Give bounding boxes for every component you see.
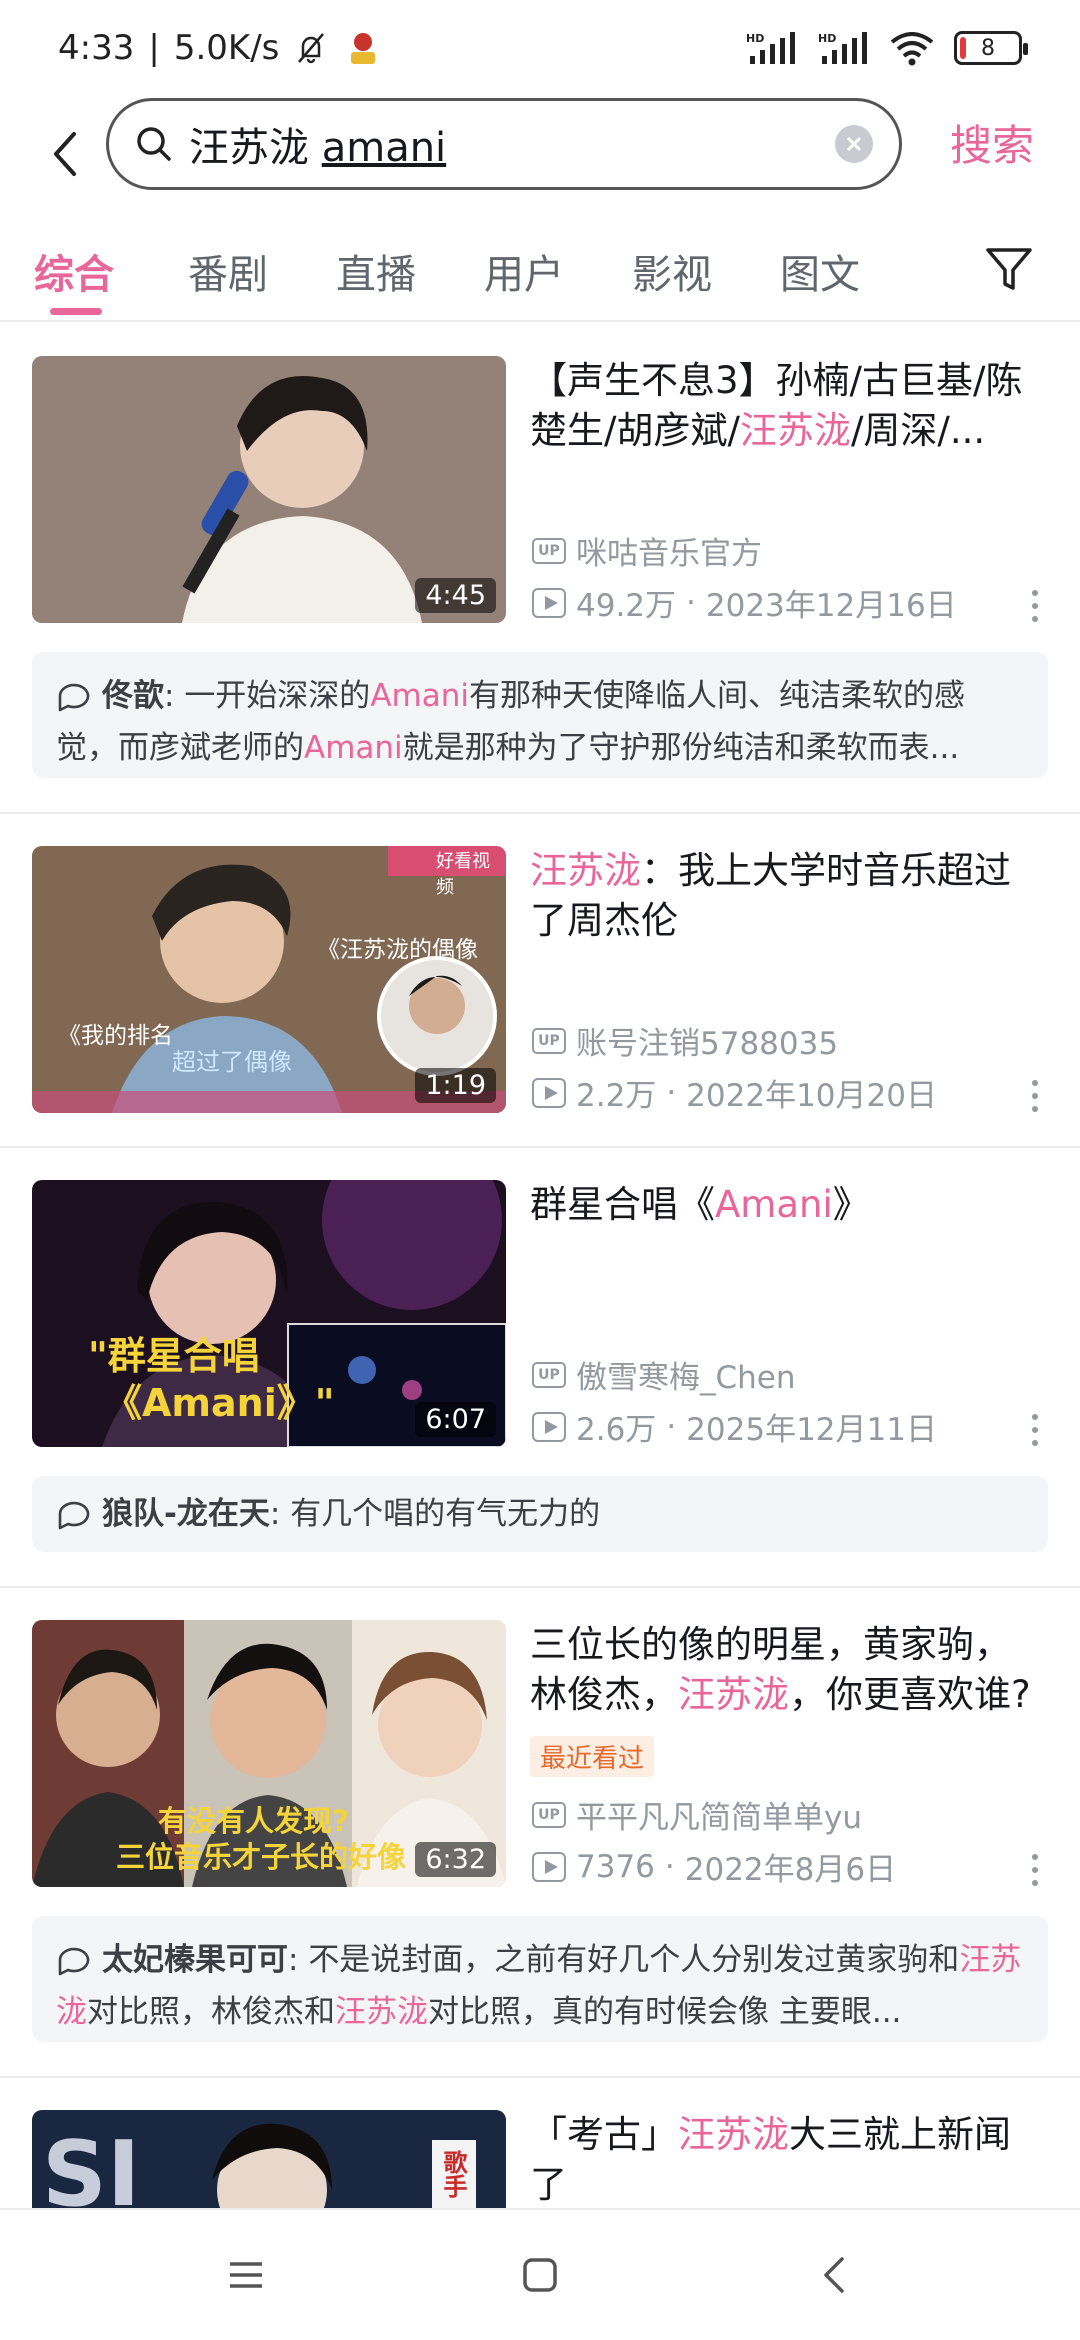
view-count: 49.2万 [576, 588, 677, 624]
divider [0, 1146, 1080, 1148]
battery-icon: 8 [954, 31, 1028, 65]
back-button[interactable] [40, 118, 90, 190]
overlay-caption: 歌手 [439, 2150, 467, 2198]
uploader-line[interactable]: UP 平平凡凡简简单单yu [532, 1792, 862, 1837]
search-query: 汪苏泷 amani [189, 125, 447, 171]
status-time: 4:33 [58, 28, 135, 68]
video-title[interactable]: 群星合唱《Amani》 [530, 1180, 1040, 1240]
status-net-speed: 5.0K/s [173, 28, 280, 68]
divider [0, 812, 1080, 814]
svg-text:HD: HD [818, 32, 836, 45]
overlay-caption: 《Amani》" [104, 1381, 335, 1425]
overlay-caption: 《汪苏泷的偶像 [317, 937, 478, 963]
system-nav-bar [0, 2210, 1080, 2340]
publish-date: 2022年8月6日 [684, 1852, 897, 1888]
tab-users[interactable]: 用户 [484, 242, 564, 300]
play-count-icon [532, 587, 566, 618]
uploader-icon: UP [532, 1801, 566, 1828]
menu-icon[interactable] [219, 2248, 273, 2302]
tab-all[interactable]: 综合 [34, 242, 114, 300]
overlay-caption: 超过了偶像 [172, 1048, 292, 1076]
svg-text:SI: SI [42, 2122, 140, 2210]
hot-comment[interactable]: 太妃榛果可可: 不是说封面，之前有好几个人分别发过黄家驹和汪苏泷对比照，林俊杰和… [32, 1916, 1048, 2042]
view-count: 2.6万 [576, 1412, 657, 1448]
video-thumbnail[interactable]: SI 歌手 [32, 2110, 506, 2210]
tab-anime[interactable]: 番剧 [188, 242, 268, 300]
view-count: 2.2万 [576, 1078, 657, 1114]
uploader-line[interactable]: UP 傲雪寒梅_Chen [532, 1352, 796, 1397]
video-thumbnail[interactable]: "群星合唱 《Amani》" 6:07 [32, 1180, 506, 1447]
uploader-line[interactable]: UP 账号注销5788035 [532, 1018, 838, 1063]
play-count-icon [532, 1077, 566, 1108]
video-result[interactable]: SI 歌手 「考古」汪苏泷大三就上新闻了 [0, 2110, 1080, 2210]
tab-film[interactable]: 影视 [632, 242, 712, 300]
play-count-icon [532, 1411, 566, 1442]
more-options-icon[interactable] [1025, 1410, 1045, 1450]
signal-1-icon: HD [746, 30, 798, 66]
divider [0, 2076, 1080, 2078]
app-notification-icon [343, 28, 383, 68]
overlay-caption: 《我的排名 [58, 1023, 173, 1049]
hot-comment[interactable]: 狼队-龙在天: 有几个唱的有气无力的 [32, 1476, 1048, 1552]
category-tabs: 综合 番剧 直播 用户 影视 图文 [0, 226, 1080, 322]
status-bar: 4:33 | 5.0K/s HD HD 8 [0, 0, 1080, 96]
home-icon[interactable] [513, 2248, 567, 2302]
uploader-name: 咪咕音乐官方 [576, 536, 762, 572]
search-input[interactable]: 汪苏泷 amani [106, 98, 902, 190]
stats-line: 49.2万 · 2023年12月16日 [532, 580, 957, 625]
uploader-name: 平平凡凡简简单单yu [576, 1800, 862, 1836]
search-bar: 汪苏泷 amani 搜索 [0, 96, 1080, 216]
view-count: 7376 [576, 1848, 655, 1885]
recently-watched-badge: 最近看过 [530, 1736, 655, 1777]
tab-live[interactable]: 直播 [336, 242, 416, 300]
uploader-line[interactable]: UP 咪咕音乐官方 [532, 528, 762, 573]
video-duration: 6:07 [415, 1402, 496, 1437]
video-title[interactable]: 汪苏泷：我上大学时音乐超过了周杰伦 [530, 846, 1040, 946]
stats-line: 2.2万 · 2022年10月20日 [532, 1070, 937, 1115]
video-duration: 1:19 [415, 1068, 496, 1103]
tab-active-indicator [50, 308, 102, 315]
video-title[interactable]: 「考古」汪苏泷大三就上新闻了 [530, 2110, 1040, 2210]
svg-text:HD: HD [746, 32, 764, 45]
filter-icon[interactable] [984, 244, 1034, 300]
stats-line: 2.6万 · 2025年12月11日 [532, 1404, 937, 1449]
uploader-name: 傲雪寒梅_Chen [576, 1360, 796, 1396]
publish-date: 2025年12月11日 [686, 1412, 937, 1448]
video-title[interactable]: 三位长的像的明星，黄家驹，林俊杰，汪苏泷，你更喜欢谁? [530, 1620, 1040, 1720]
video-duration: 6:32 [415, 1842, 496, 1877]
watermark-text: 好看视频 [436, 851, 490, 898]
uploader-icon: UP [532, 1361, 566, 1388]
hot-comment[interactable]: 佟歆: 一开始深深的Amani有那种天使降临人间、纯洁柔软的感觉，而彦斌老师的A… [32, 652, 1048, 778]
clear-icon[interactable] [835, 125, 873, 163]
divider [0, 1586, 1080, 1588]
more-options-icon[interactable] [1025, 1850, 1045, 1890]
video-thumbnail[interactable]: 4:45 [32, 356, 506, 623]
uploader-name: 账号注销5788035 [576, 1026, 839, 1062]
signal-2-icon: HD [818, 30, 870, 66]
uploader-icon: UP [532, 537, 566, 564]
overlay-caption: 三位音乐才子长的好像 [116, 1840, 407, 1874]
mute-bell-icon [293, 30, 329, 66]
video-thumbnail[interactable]: 《汪苏泷的偶像 《我的排名 超过了偶像 好看视频 1:19 [32, 846, 506, 1113]
comment-icon [58, 1501, 90, 1530]
search-button[interactable]: 搜索 [950, 112, 1034, 173]
search-icon [137, 127, 171, 161]
publish-date: 2022年10月20日 [686, 1078, 937, 1114]
stats-line: 7376 · 2022年8月6日 [532, 1844, 896, 1889]
video-title[interactable]: 【声生不息3】孙楠/古巨基/陈楚生/胡彦斌/汪苏泷/周深/... [530, 356, 1040, 456]
video-duration: 4:45 [415, 578, 496, 613]
more-options-icon[interactable] [1025, 586, 1045, 626]
more-options-icon[interactable] [1025, 1076, 1045, 1116]
uploader-icon: UP [532, 1027, 566, 1054]
play-count-icon [532, 1851, 566, 1882]
wifi-icon [890, 30, 934, 66]
chevron-left-icon [54, 132, 76, 176]
publish-date: 2023年12月16日 [705, 588, 957, 624]
system-back-icon[interactable] [807, 2248, 861, 2302]
comment-icon [58, 1947, 90, 1976]
tab-articles[interactable]: 图文 [780, 242, 860, 300]
video-thumbnail[interactable]: 有没有人发现? 三位音乐才子长的好像 6:32 [32, 1620, 506, 1887]
comment-icon [58, 683, 90, 712]
